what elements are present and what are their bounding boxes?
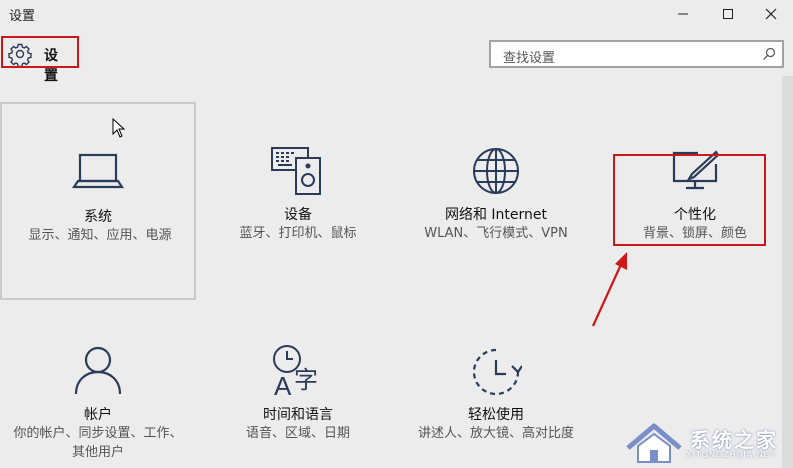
mouse-cursor-icon	[112, 118, 126, 138]
minimize-icon	[678, 13, 688, 15]
tile-accounts-name: 帐户	[84, 407, 112, 423]
personalization-highlight-box	[613, 154, 766, 246]
maximize-icon	[723, 9, 733, 19]
watermark: 系统之家 XITONGZHIJIA.NET	[620, 418, 793, 468]
search-icon[interactable]	[762, 47, 776, 61]
title-bar: 设置	[0, 0, 793, 28]
house-logo-icon	[626, 423, 682, 463]
globe-icon	[473, 148, 519, 194]
search-input[interactable]: 查找设置	[489, 40, 784, 68]
tile-time-language-desc: 语音、区域、日期	[245, 426, 350, 441]
svg-text:字: 字	[294, 366, 318, 394]
close-button[interactable]	[748, 0, 793, 28]
person-icon	[74, 346, 122, 395]
maximize-button[interactable]	[705, 0, 751, 28]
tile-system-name: 系统	[84, 209, 112, 225]
tile-system[interactable]: 系统 显示、通知、应用、电源	[0, 102, 196, 300]
tile-system-desc: 显示、通知、应用、电源	[28, 228, 172, 243]
watermark-text: 系统之家	[690, 428, 778, 452]
annotation-arrow-icon	[591, 252, 627, 327]
watermark-subtext: XITONGZHIJIA.NET	[686, 450, 776, 459]
tile-network[interactable]: 网络和 Internet WLAN、飞行模式、VPN	[398, 102, 594, 300]
tile-accounts-desc: 你的帐户、同步设置、工作、其他用户	[13, 426, 183, 460]
tile-accounts[interactable]: 帐户 你的帐户、同步设置、工作、其他用户	[0, 302, 196, 468]
window-title: 设置	[9, 9, 36, 24]
minimize-button[interactable]	[660, 0, 706, 28]
tile-ease-of-access[interactable]: 轻松使用 讲述人、放大镜、高对比度	[398, 302, 594, 468]
tile-time-language-name: 时间和语言	[263, 407, 333, 423]
tile-time-language[interactable]: A 字 时间和语言 语音、区域、日期	[200, 302, 396, 468]
tile-ease-of-access-name: 轻松使用	[468, 407, 524, 423]
time-language-icon: A 字	[273, 345, 318, 398]
tile-devices-desc: 蓝牙、打印机、鼠标	[239, 226, 357, 241]
page-title: 设置	[44, 48, 58, 84]
tile-devices-name: 设备	[284, 207, 312, 223]
close-icon	[765, 8, 777, 20]
search-placeholder: 查找设置	[503, 51, 556, 66]
tile-network-desc: WLAN、飞行模式、VPN	[424, 226, 568, 241]
ease-of-access-icon	[472, 348, 522, 396]
gear-icon	[8, 43, 32, 66]
svg-text:A: A	[274, 371, 292, 398]
tile-devices[interactable]: 设备 蓝牙、打印机、鼠标	[200, 102, 396, 300]
tile-ease-of-access-desc: 讲述人、放大镜、高对比度	[417, 426, 574, 441]
laptop-icon	[72, 153, 124, 189]
devices-icon	[271, 147, 321, 195]
tile-network-name: 网络和 Internet	[444, 207, 548, 223]
